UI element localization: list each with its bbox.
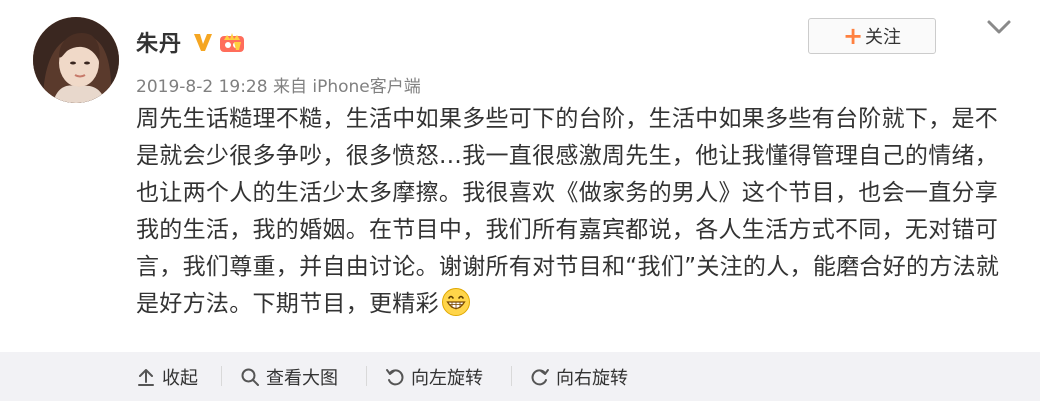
post-source[interactable]: 来自 iPhone客户端 (273, 77, 421, 97)
image-toolbar: 收起 查看大图 向左旋转 向右旋转 (0, 352, 1040, 401)
toolbar-divider (366, 366, 367, 386)
follow-button[interactable]: + 关注 (808, 18, 936, 54)
post-text: 周先生话糙理不糙，生活中如果多些可下的台阶，生活中如果多些有台阶就下，是不是就会… (136, 106, 1000, 317)
toolbar-divider (221, 366, 222, 386)
follow-button-label: 关注 (865, 27, 902, 48)
collapse-arrow-icon (138, 368, 154, 386)
weibo-post-card: 朱丹 2019-8-2 19:28 来自 iPhone客户端 + 关注 周先生话… (0, 0, 1040, 401)
rotate-right-icon (531, 368, 549, 385)
post-meta: 2019-8-2 19:28 来自 iPhone客户端 (136, 72, 421, 97)
collapse-button[interactable]: 收起 (136, 352, 198, 401)
rotate-left-label: 向左旋转 (411, 367, 483, 389)
post-content: 周先生话糙理不糙，生活中如果多些可下的台阶，生活中如果多些有台阶就下，是不是就会… (136, 101, 1016, 323)
rotate-left-icon (386, 368, 404, 385)
verified-v-icon[interactable] (192, 31, 214, 53)
grin-emoji (441, 288, 470, 316)
rotate-left-button[interactable]: 向左旋转 (385, 352, 483, 401)
rotate-right-button[interactable]: 向右旋转 (530, 352, 628, 401)
avatar[interactable] (33, 17, 119, 103)
collapse-label: 收起 (162, 367, 198, 389)
author-name[interactable]: 朱丹 (136, 26, 182, 58)
toolbar-divider (511, 366, 512, 386)
chevron-down-icon[interactable] (984, 16, 1014, 38)
crown-member-icon[interactable] (218, 30, 246, 54)
view-large-label: 查看大图 (266, 367, 338, 389)
plus-icon: + (842, 22, 864, 50)
rotate-right-label: 向右旋转 (556, 367, 628, 389)
author-row: 朱丹 (136, 26, 246, 58)
view-large-button[interactable]: 查看大图 (240, 352, 338, 401)
avatar-image (33, 17, 119, 103)
post-timestamp[interactable]: 2019-8-2 19:28 (136, 77, 268, 97)
search-icon (241, 368, 259, 386)
